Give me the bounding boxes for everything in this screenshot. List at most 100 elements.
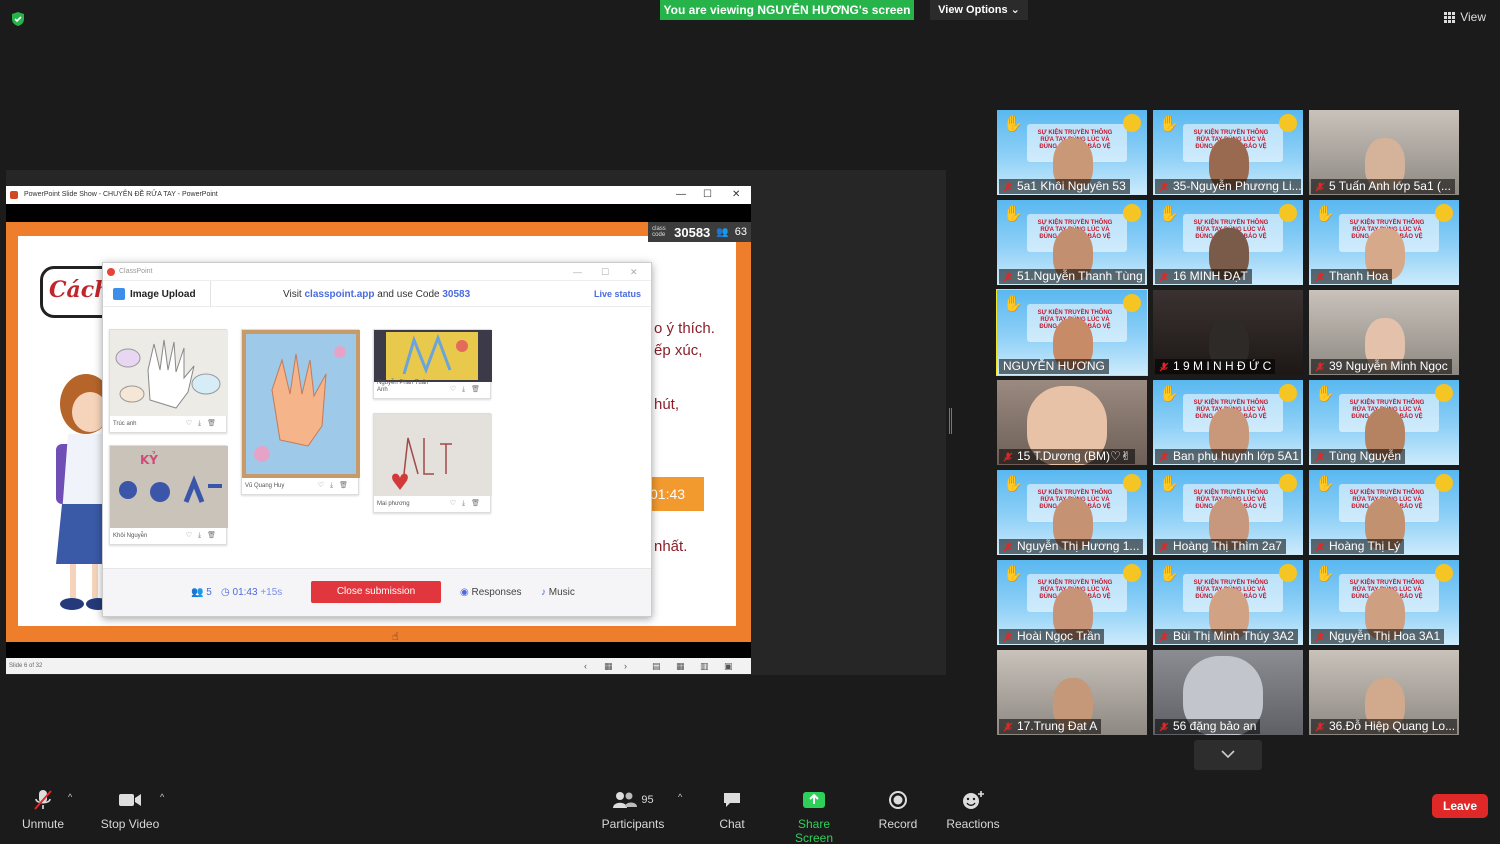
ppt-titlebar: PowerPoint Slide Show - CHUYÊN ĐỀ RỬA TA… xyxy=(6,186,751,204)
raised-hand-icon: ✋ xyxy=(1159,566,1179,583)
participant-tile[interactable]: SỰ KIỆN TRUYỀN THÔNG RỬA TAY ĐÚNG LÚC VÀ… xyxy=(1153,560,1303,645)
visit-prefix: Visit xyxy=(283,289,305,300)
participant-tile[interactable]: SỰ KIỆN TRUYỀN THÔNG RỬA TAY ĐÚNG LÚC VÀ… xyxy=(996,289,1148,376)
participant-name: Hoài Ngọc Trần xyxy=(999,629,1105,644)
slideshow-view-icon[interactable]: ▣ xyxy=(724,658,733,674)
participant-tile[interactable]: SỰ KIỆN TRUYỀN THÔNG RỬA TAY ĐÚNG LÚC VÀ… xyxy=(1309,560,1459,645)
audio-options-caret-icon[interactable]: ^ xyxy=(68,792,72,802)
participant-tile[interactable]: SỰ KIỆN TRUYỀN THÔNG RỬA TAY ĐÚNG LÚC VÀ… xyxy=(1153,200,1303,285)
stop-video-button[interactable]: Stop Video xyxy=(98,788,162,831)
reading-view-icon[interactable]: ▥ xyxy=(700,658,709,674)
participants-caret-icon[interactable]: ^ xyxy=(678,792,682,802)
record-button[interactable]: Record xyxy=(876,788,920,831)
music-button[interactable]: ♪ Music xyxy=(541,587,575,598)
submission-card[interactable]: Nguyễn Phan Tuấn Anh ♡⤓🗑 xyxy=(373,329,492,399)
record-icon xyxy=(889,791,907,809)
card-actions[interactable]: ♡⤓🗑 xyxy=(450,499,486,508)
next-slide-icon[interactable]: › xyxy=(624,658,627,674)
submission-image xyxy=(110,330,228,416)
reactions-button[interactable]: Reactions xyxy=(944,788,1002,831)
maximize-icon[interactable]: ☐ xyxy=(703,186,712,204)
close-submission-button[interactable]: Close submission xyxy=(311,581,441,603)
prev-slide-icon[interactable]: ‹ xyxy=(584,658,587,674)
participant-tile[interactable]: SỰ KIỆN TRUYỀN THÔNG RỬA TAY ĐÚNG LÚC VÀ… xyxy=(1309,470,1459,555)
minimize-icon[interactable]: — xyxy=(676,186,686,204)
normal-view-icon[interactable]: ▤ xyxy=(652,658,661,674)
responses-label: Responses xyxy=(471,587,522,598)
timer-value: 01:43 xyxy=(232,587,258,598)
participant-tile[interactable]: SỰ KIỆN TRUYỀN THÔNG RỬA TAY ĐÚNG LÚC VÀ… xyxy=(1153,110,1303,195)
shield-icon[interactable] xyxy=(10,11,26,27)
participant-tile[interactable]: SỰ KIỆN TRUYỀN THÔNG RỬA TAY ĐÚNG LÚC VÀ… xyxy=(1153,470,1303,555)
chevron-down-icon xyxy=(1221,750,1235,759)
participant-tile[interactable]: SỰ KIỆN TRUYỀN THÔNG RỬA TAY ĐÚNG LÚC VÀ… xyxy=(997,110,1147,195)
muted-mic-icon xyxy=(1159,722,1169,732)
submission-card[interactable]: KỶ Khôi Nguyễn ♡⤓🗑 xyxy=(109,445,228,545)
submission-card[interactable]: Mai phương ♡⤓🗑 xyxy=(373,413,492,513)
shared-screen[interactable]: PowerPoint Slide Show - CHUYÊN ĐỀ RỬA TA… xyxy=(6,170,946,675)
card-actions[interactable]: ♡⤓🗑 xyxy=(186,531,222,540)
participant-name: 17.Trung Đạt A xyxy=(999,719,1102,734)
share-screen-button[interactable]: Share Screen xyxy=(778,788,850,844)
clock-icon: ◷ xyxy=(221,587,230,598)
participants-count: 95 xyxy=(641,794,654,806)
raised-hand-icon: ✋ xyxy=(1159,206,1179,223)
participant-tile[interactable]: SỰ KIỆN TRUYỀN THÔNG RỬA TAY ĐÚNG LÚC VÀ… xyxy=(997,470,1147,555)
participants-button[interactable]: 95 Participants xyxy=(600,788,666,831)
participant-name-text: 39 Nguyễn Minh Ngọc xyxy=(1329,359,1448,373)
participant-tile[interactable]: 15 T.Dương (BM)♡✌ xyxy=(997,380,1147,465)
panel-splitter[interactable] xyxy=(949,408,952,434)
view-button[interactable]: View xyxy=(1444,10,1486,24)
gallery-next-page-button[interactable] xyxy=(1194,740,1262,770)
participant-tile[interactable]: SỰ KIỆN TRUYỀN THÔNG RỬA TAY ĐÚNG LÚC VÀ… xyxy=(997,200,1147,285)
submission-card[interactable]: Trúc anh ♡⤓🗑 xyxy=(109,329,228,433)
participant-tile[interactable]: SỰ KIỆN TRUYỀN THÔNG RỬA TAY ĐÚNG LÚC VÀ… xyxy=(1309,380,1459,465)
video-options-caret-icon[interactable]: ^ xyxy=(160,792,164,802)
submission-count-value: 5 xyxy=(206,587,212,598)
participant-name-text: 17.Trung Đạt A xyxy=(1017,719,1098,733)
close-icon[interactable]: ✕ xyxy=(732,186,740,204)
participant-tile[interactable]: 17.Trung Đạt A xyxy=(997,650,1147,735)
participant-name: Bùi Thị Minh Thúy 3A2 xyxy=(1155,629,1298,644)
participant-name-text: Hoàng Thị Thìm 2a7 xyxy=(1173,539,1282,553)
music-note-icon: ♪ xyxy=(541,587,546,598)
muted-mic-icon xyxy=(1003,272,1013,282)
participant-tile[interactable]: 39 Nguyễn Minh Ngọc xyxy=(1309,290,1459,375)
chat-button[interactable]: Chat xyxy=(712,788,752,831)
participant-tile[interactable]: 1 9 M I N H Đ Ứ C xyxy=(1153,290,1303,375)
sorter-view-icon[interactable]: ▦ xyxy=(676,658,685,674)
cp-close-icon[interactable]: ✕ xyxy=(630,263,638,281)
card-actions[interactable]: ♡⤓🗑 xyxy=(186,419,222,428)
participant-tile[interactable]: SỰ KIỆN TRUYỀN THÔNG RỬA TAY ĐÚNG LÚC VÀ… xyxy=(1153,380,1303,465)
classpoint-link[interactable]: classpoint.app xyxy=(305,289,375,300)
participant-name: 16 MINH ĐẠT xyxy=(1155,269,1252,284)
participant-name-text: 5 Tuấn Anh lớp 5a1 (... xyxy=(1329,179,1451,193)
participant-name-text: Ban phụ huynh lớp 5A1 xyxy=(1173,449,1299,463)
responses-button[interactable]: ◉ Responses xyxy=(460,587,522,598)
view-label: View xyxy=(1460,10,1486,24)
submission-card[interactable]: Vũ Quang Huy ♡⤓🗑 xyxy=(241,329,360,495)
participant-tile[interactable]: 36.Đỗ Hiệp Quang Lo... xyxy=(1309,650,1459,735)
submission-name: Khôi Nguyễn xyxy=(113,533,148,539)
meeting-toolbar: Unmute ^ Stop Video ^ 95 Participants ^ … xyxy=(0,784,1500,844)
participant-tile[interactable]: SỰ KIỆN TRUYỀN THÔNG RỬA TAY ĐÚNG LÚC VÀ… xyxy=(997,560,1147,645)
students-icon: 👥 xyxy=(191,587,204,598)
add-time-button[interactable]: +15s xyxy=(260,587,282,598)
view-options-button[interactable]: View Options ⌄ xyxy=(930,0,1028,20)
live-status-link[interactable]: Live status xyxy=(594,289,641,299)
visit-instruction: Visit classpoint.app and use Code 30583 xyxy=(283,289,470,300)
svg-text:KỶ: KỶ xyxy=(140,451,158,467)
muted-mic-icon xyxy=(1315,362,1325,372)
participant-tile[interactable]: 5 Tuấn Anh lớp 5a1 (... xyxy=(1309,110,1459,195)
cp-maximize-icon[interactable]: ☐ xyxy=(601,263,609,281)
card-actions[interactable]: ♡⤓🗑 xyxy=(318,481,354,490)
participant-tile[interactable]: 56 đặng bảo an xyxy=(1153,650,1303,735)
ppt-status-bar: Slide 6 of 32 ‹ ▦ › ▤ ▦ ▥ ▣ xyxy=(6,658,751,674)
leave-button[interactable]: Leave xyxy=(1432,794,1488,818)
card-actions[interactable]: ♡⤓🗑 xyxy=(450,385,486,394)
slide-menu-icon[interactable]: ▦ xyxy=(604,658,613,674)
cp-minimize-icon[interactable]: — xyxy=(573,263,582,281)
unmute-button[interactable]: Unmute xyxy=(18,788,68,831)
eye-icon: ◉ xyxy=(460,587,469,598)
participant-tile[interactable]: SỰ KIỆN TRUYỀN THÔNG RỬA TAY ĐÚNG LÚC VÀ… xyxy=(1309,200,1459,285)
